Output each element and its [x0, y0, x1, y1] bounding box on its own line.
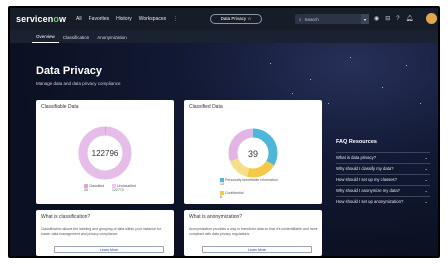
servicenow-logo[interactable]: servicenow [16, 14, 66, 24]
search-dropdown-icon[interactable]: ▾ [361, 14, 369, 24]
top-nav-bar: servicenow All Favorites History Workspa… [10, 8, 438, 30]
card-title: What is classification? [41, 214, 91, 220]
tab-bar: Overview Classification Anonymization [10, 30, 438, 43]
app-window: servicenow All Favorites History Workspa… [8, 6, 440, 258]
classifiable-data-card: Classifiable Data 122796 Classified 26 Un… [36, 100, 174, 204]
classified-total: 39 [248, 149, 258, 159]
nav-favorites[interactable]: Favorites [89, 16, 110, 22]
tab-overview[interactable]: Overview [32, 34, 59, 43]
card-description: Anonymization provides a way to transfor… [189, 227, 318, 236]
learn-more-button[interactable]: Learn More [202, 246, 312, 253]
chevron-down-icon: ⌄ [424, 166, 428, 171]
faq-item[interactable]: Why should I anonymize my data? ⌄ [336, 185, 430, 195]
classified-donut: 39 [228, 128, 278, 178]
classified-data-card: Classified Data 39 Personally Identifiab… [184, 100, 322, 204]
classifiable-total: 122796 [92, 149, 119, 158]
search-placeholder: Search [304, 16, 319, 22]
anonymization-info-card: What is anonymization? Anonymization pro… [184, 210, 322, 256]
card-description: Classification allows the labeling and g… [41, 227, 162, 236]
chevron-down-icon: ⌄ [424, 199, 428, 204]
tab-classification[interactable]: Classification [59, 35, 94, 43]
legend-unclassified: Unclassified 122770 [112, 184, 136, 193]
avatar[interactable] [426, 13, 437, 24]
faq-item[interactable]: What is data privacy? ⌄ [336, 152, 430, 162]
classifiable-donut: 122796 [78, 126, 132, 180]
main-nav: All Favorites History Workspaces ⋮ [76, 16, 178, 22]
sidebar-toggle-icon[interactable]: ⊟ [385, 14, 390, 24]
page-title: Data Privacy [36, 65, 103, 77]
chevron-down-icon: ⌄ [424, 188, 428, 193]
chevron-down-icon: ⌄ [424, 177, 428, 182]
notification-icon[interactable]: 🔔︎ [406, 14, 414, 24]
nav-workspaces[interactable]: Workspaces [139, 16, 166, 22]
header-icons: ◉ ⊟ ? 🔔︎ [374, 14, 413, 24]
faq-item[interactable]: Why should I classify my data? ⌄ [336, 163, 430, 173]
page-subtitle: Manage data and data privacy compliance [36, 81, 121, 86]
nav-all[interactable]: All [76, 16, 82, 22]
nav-more-icon[interactable]: ⋮ [173, 16, 178, 22]
learn-more-button[interactable]: Learn More [54, 246, 164, 253]
legend-classified: Classified 26 [84, 184, 105, 193]
globe-icon[interactable]: ◉ [374, 14, 379, 24]
help-icon[interactable]: ? [396, 14, 399, 24]
search-icon: ⌕ [299, 16, 302, 22]
context-pill[interactable]: Data Privacy ☆ [210, 14, 262, 24]
chevron-down-icon: ⌄ [424, 155, 428, 160]
card-title: What is anonymization? [189, 214, 243, 220]
nav-history[interactable]: History [116, 16, 132, 22]
legend-confidential: Confidential 8 [220, 191, 244, 200]
search-input[interactable]: ⌕ Search ▾ [295, 14, 369, 24]
faq-item[interactable]: How should I set up anonymization? ⌄ [336, 196, 430, 206]
tab-anonymization[interactable]: Anonymization [93, 35, 131, 43]
classification-info-card: What is classification? Classification a… [36, 210, 174, 256]
legend-pii: Personally Identifiable Information 13 [220, 178, 278, 187]
faq-item[interactable]: How should I set up my classes? ⌄ [336, 174, 430, 184]
faq-title: FAQ Resources [336, 139, 377, 145]
